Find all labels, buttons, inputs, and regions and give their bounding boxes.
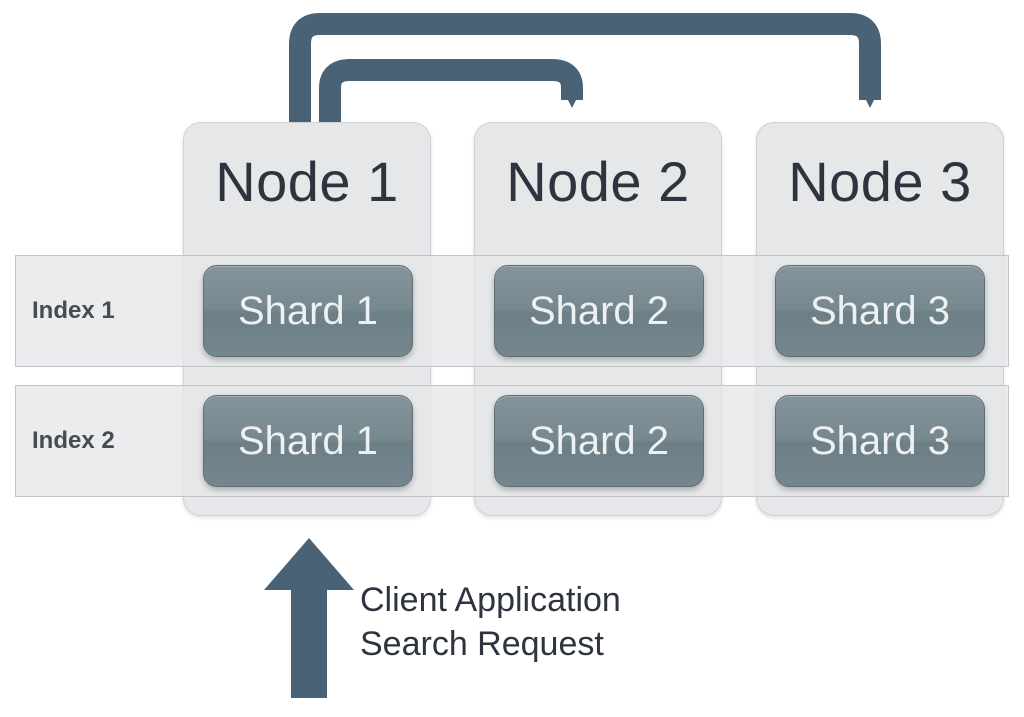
shard-r2-c3: Shard 3 <box>775 395 985 487</box>
shard-r1-c1: Shard 1 <box>203 265 413 357</box>
arrow-node1-to-node2 <box>330 70 572 122</box>
client-caption: Client Application Search Request <box>360 578 621 666</box>
shard-r2-c1: Shard 1 <box>203 395 413 487</box>
shard-r1-c2: Shard 2 <box>494 265 704 357</box>
caption-line-2: Search Request <box>360 622 621 666</box>
index-1-label: Index 1 <box>32 297 115 325</box>
shard-r1-c3: Shard 3 <box>775 265 985 357</box>
shard-label: Shard 1 <box>238 419 378 464</box>
shard-label: Shard 3 <box>810 419 950 464</box>
caption-line-1: Client Application <box>360 578 621 622</box>
client-request-arrow <box>264 538 354 698</box>
shard-label: Shard 2 <box>529 419 669 464</box>
index-2-label: Index 2 <box>32 427 115 455</box>
arrow-node1-to-node3 <box>300 24 870 122</box>
shard-label: Shard 2 <box>529 289 669 334</box>
node-3-title: Node 3 <box>757 149 1003 214</box>
shard-r2-c2: Shard 2 <box>494 395 704 487</box>
node-2-title: Node 2 <box>475 149 721 214</box>
diagram-stage: Node 1 Node 2 Node 3 Index 1 Index 2 Sha… <box>0 0 1024 717</box>
node-1-title: Node 1 <box>184 149 430 214</box>
shard-label: Shard 1 <box>238 289 378 334</box>
shard-label: Shard 3 <box>810 289 950 334</box>
